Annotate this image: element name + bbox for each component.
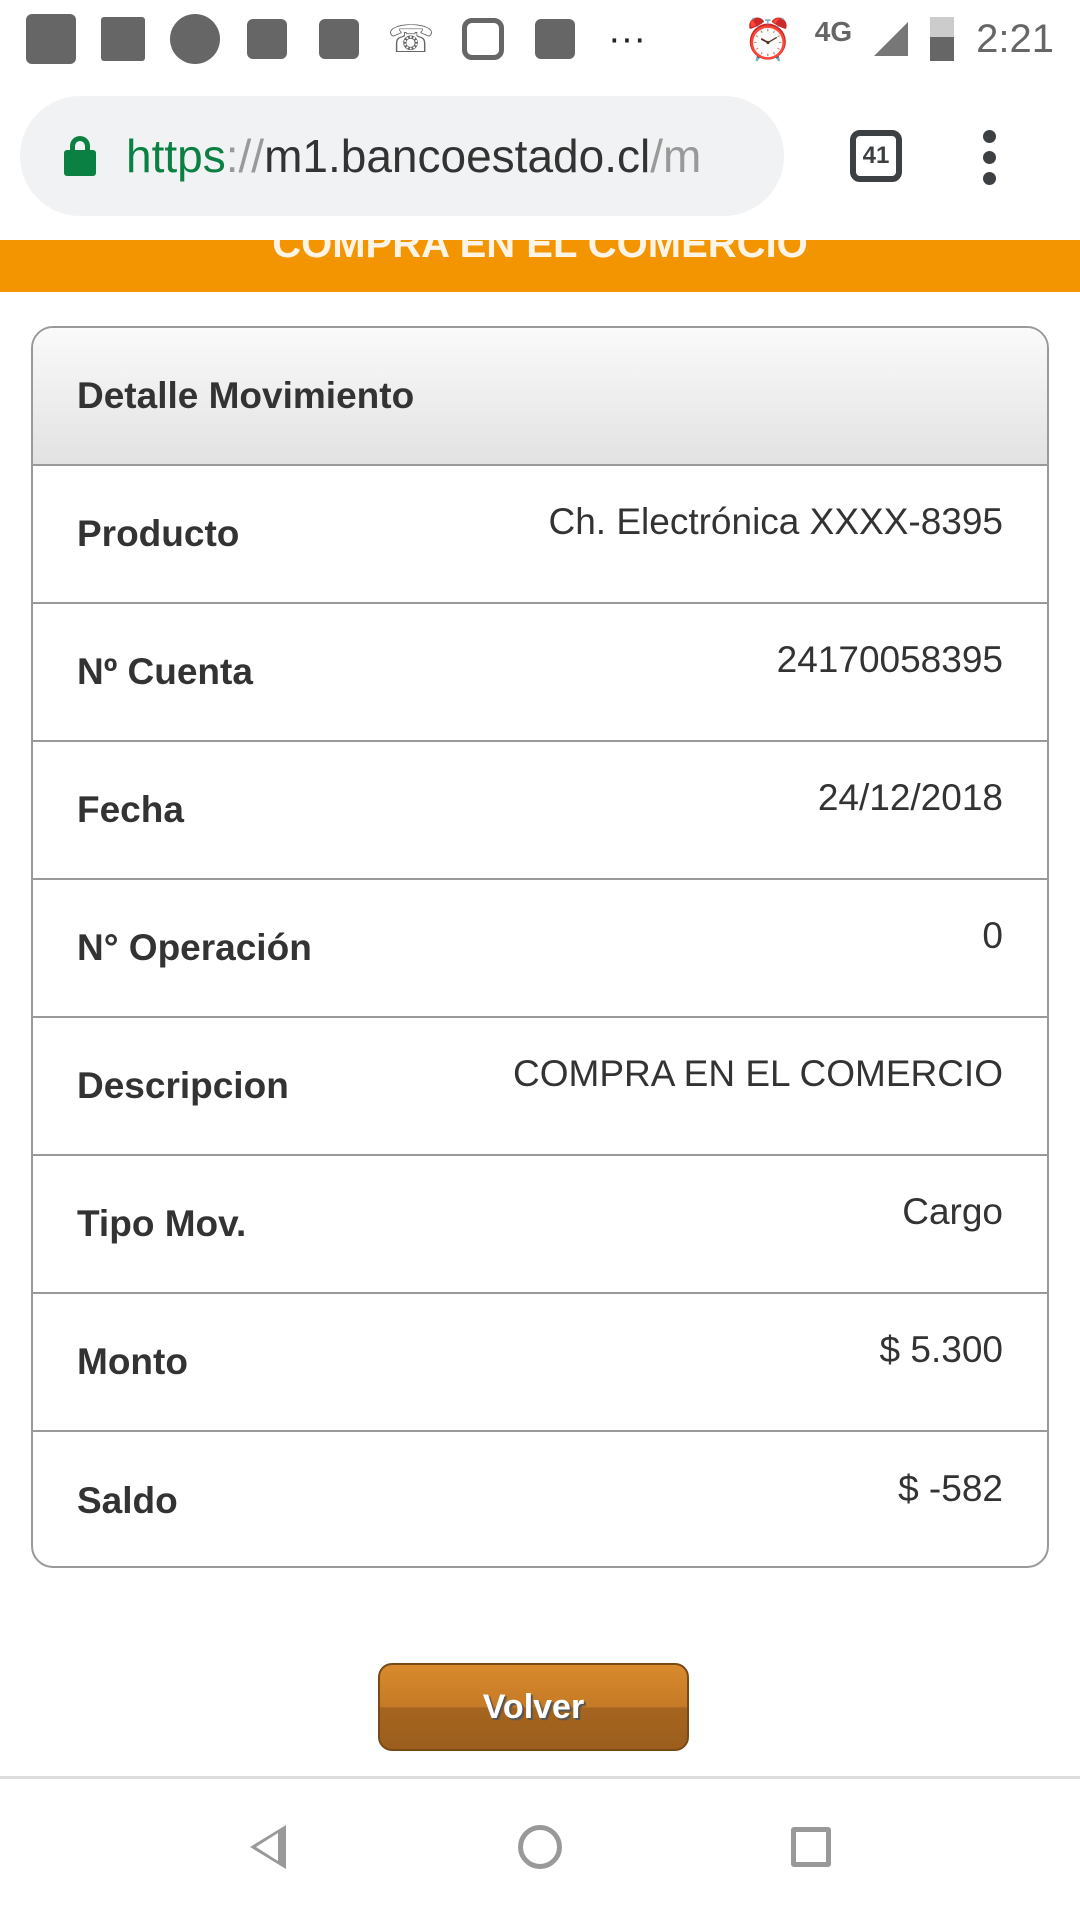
row-value: COMPRA EN EL COMERCIO bbox=[513, 1053, 1003, 1094]
row-label: Tipo Mov. bbox=[77, 1203, 247, 1244]
more-icon: ··· bbox=[608, 17, 646, 60]
menu-icon[interactable] bbox=[983, 130, 997, 185]
home-icon[interactable] bbox=[518, 1825, 562, 1869]
outlook-icon bbox=[530, 14, 580, 64]
status-bar: ☏ ··· ⏰ 4G 2:21 bbox=[0, 0, 1080, 78]
row-value: $ -582 bbox=[898, 1468, 1003, 1509]
row-value: Ch. Electrónica XXXX-8395 bbox=[548, 501, 1003, 542]
instagram-icon bbox=[458, 14, 508, 64]
url-separator: :// bbox=[225, 130, 265, 182]
detail-row-operacion: N° Operación 0 bbox=[33, 880, 1047, 1018]
signal-icon bbox=[874, 22, 909, 56]
bag-icon bbox=[26, 14, 76, 64]
row-value: $ 5.300 bbox=[879, 1329, 1003, 1370]
detail-row-tipo: Tipo Mov. Cargo bbox=[33, 1156, 1047, 1294]
movement-detail-card: Detalle Movimiento Producto Ch. Electróni… bbox=[31, 326, 1049, 1568]
detail-row-cuenta: Nº Cuenta 24170058395 bbox=[33, 604, 1047, 742]
battery-icon bbox=[930, 17, 955, 61]
lock-icon bbox=[64, 136, 96, 176]
notes-icon bbox=[242, 14, 292, 64]
row-value: 0 bbox=[982, 915, 1003, 956]
notes-icon bbox=[314, 14, 364, 64]
missed-call-icon: ☏ bbox=[387, 18, 435, 61]
row-label: Monto bbox=[77, 1341, 188, 1382]
row-label: Descripcion bbox=[77, 1065, 289, 1106]
banner-title: COMPRA EN EL COMERCIO bbox=[272, 240, 808, 266]
nav-divider bbox=[0, 1776, 1080, 1779]
circle-icon bbox=[170, 14, 220, 64]
url-scheme: https bbox=[126, 130, 226, 182]
row-label: N° Operación bbox=[77, 927, 312, 968]
detail-row-fecha: Fecha 24/12/2018 bbox=[33, 742, 1047, 880]
row-label: Saldo bbox=[77, 1480, 178, 1521]
facebook-icon bbox=[98, 14, 148, 64]
detail-row-producto: Producto Ch. Electrónica XXXX-8395 bbox=[33, 466, 1047, 604]
page-banner: COMPRA EN EL COMERCIO bbox=[0, 240, 1080, 292]
clock: 2:21 bbox=[976, 16, 1054, 61]
detail-row-descripcion: Descripcion COMPRA EN EL COMERCIO bbox=[33, 1018, 1047, 1156]
row-label: Nº Cuenta bbox=[77, 651, 253, 692]
row-value: Cargo bbox=[902, 1191, 1003, 1232]
detail-row-saldo: Saldo $ -582 bbox=[33, 1432, 1047, 1566]
row-label: Producto bbox=[77, 513, 240, 554]
url-host: m1.bancoestado.cl bbox=[264, 130, 651, 182]
volver-button[interactable]: Volver bbox=[378, 1663, 689, 1751]
detail-row-monto: Monto $ 5.300 bbox=[33, 1294, 1047, 1432]
url-bar[interactable]: https://m1.bancoestado.cl/m bbox=[20, 96, 784, 216]
url-path: /m bbox=[650, 130, 702, 182]
alarm-icon: ⏰ bbox=[742, 17, 793, 62]
row-value: 24/12/2018 bbox=[817, 777, 1003, 818]
back-icon-inner bbox=[256, 1833, 278, 1861]
row-label: Fecha bbox=[77, 789, 184, 830]
row-value: 24170058395 bbox=[776, 639, 1003, 680]
network-type: 4G bbox=[814, 16, 853, 47]
tab-switcher-button[interactable]: 41 bbox=[850, 130, 902, 182]
card-title: Detalle Movimiento bbox=[33, 328, 1047, 466]
recent-apps-icon[interactable] bbox=[791, 1827, 831, 1867]
